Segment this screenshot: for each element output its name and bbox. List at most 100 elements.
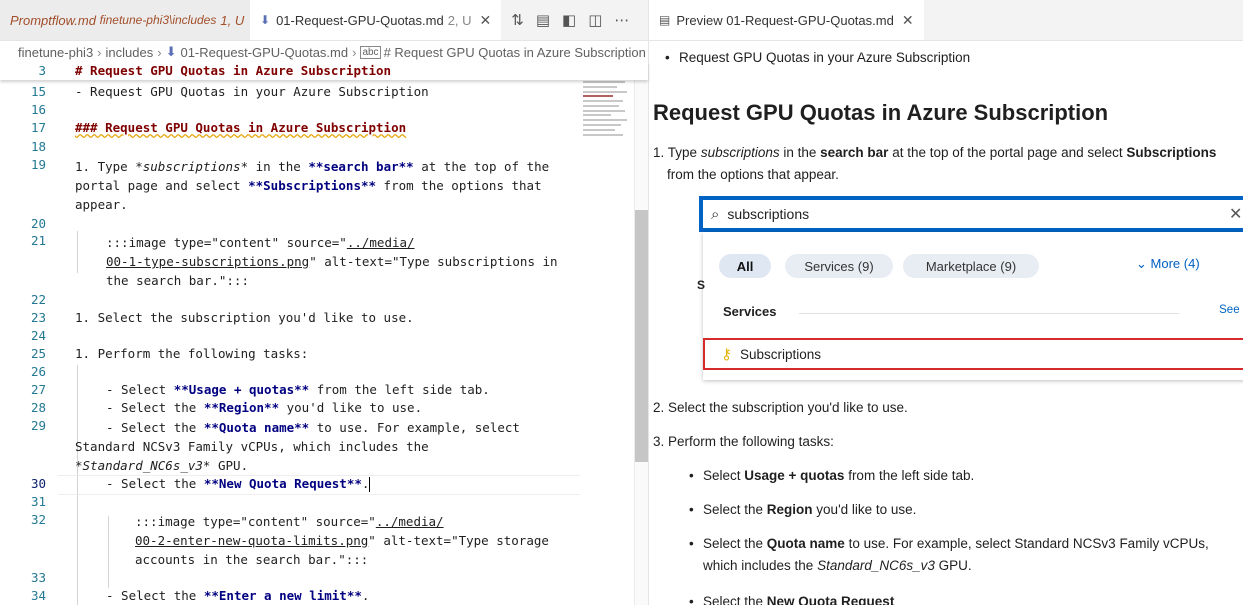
code-text: 1. Type xyxy=(75,159,136,174)
line-number: 27 xyxy=(30,382,46,397)
embedded-screenshot: ⌕ subscriptions ✕ S All Services (9) Mar… xyxy=(697,196,1243,380)
key-icon: ⚷ xyxy=(721,346,732,363)
chevron-down-icon: ⌄ xyxy=(1136,256,1147,271)
close-icon[interactable]: ✕ xyxy=(480,12,492,29)
markdown-file-icon: ⬇ xyxy=(165,44,177,59)
step-bold: search bar xyxy=(820,145,889,160)
code-line-30: - Select the **New Quota Request**. xyxy=(106,476,371,492)
code-bold: **Quota name** xyxy=(203,420,310,435)
split-editor-icon[interactable]: ◫ xyxy=(588,11,602,29)
tab-promptflow[interactable]: Promptflow.md finetune-phi3\includes 1, … xyxy=(0,0,250,40)
tab-preview-label: Preview 01-Request-GPU-Quotas.md xyxy=(676,12,894,28)
editor-tab-bar: Promptflow.md finetune-phi3\includes 1, … xyxy=(0,0,648,41)
preview-subtask-3: Select the Quota name to use. For exampl… xyxy=(689,536,1209,551)
step-text: which includes the xyxy=(703,558,818,573)
step-bold: Region xyxy=(766,502,813,517)
code-bold: **Usage + quotas** xyxy=(173,382,310,397)
line-number: 22 xyxy=(30,292,46,307)
step-bold: Usage + quotas xyxy=(744,468,845,483)
close-icon[interactable]: ✕ xyxy=(1229,204,1242,224)
portal-search-bar: ⌕ subscriptions ✕ xyxy=(699,196,1243,232)
tab-preview[interactable]: ▤ Preview 01-Request-GPU-Quotas.md ✕ xyxy=(649,0,924,40)
code-text: :::image type="content" source=" xyxy=(106,235,347,250)
code-line-3: # Request GPU Quotas in Azure Subscripti… xyxy=(75,63,392,78)
scrollbar-thumb[interactable] xyxy=(635,210,649,462)
step-text: at the top of the portal page and select xyxy=(888,145,1127,160)
code-link[interactable]: 00-2-enter-new-quota-limits.png xyxy=(135,533,368,548)
line-number: 21 xyxy=(30,233,46,248)
line-number: 23 xyxy=(30,310,46,325)
line-number: 30 xyxy=(30,476,46,491)
code-text: from the left side tab. xyxy=(309,382,490,397)
filter-all[interactable]: All xyxy=(719,254,771,278)
code-text: " alt-text="Type subscriptions in xyxy=(309,254,558,269)
code-text: in the xyxy=(248,159,309,174)
code-link[interactable]: 00-1-type-subscriptions.png xyxy=(106,254,309,269)
code-italic: *subscriptions* xyxy=(135,159,249,174)
breadcrumb-subfolder[interactable]: includes xyxy=(106,45,154,60)
line-number: 19 xyxy=(30,157,46,172)
tab-request-gpu-quotas-name: 01-Request-GPU-Quotas.md xyxy=(276,12,444,28)
preview-heading: Request GPU Quotas in Azure Subscription xyxy=(653,100,1109,125)
portal-search-field[interactable]: ⌕ subscriptions ✕ xyxy=(703,200,1243,228)
line-number: 20 xyxy=(30,216,46,231)
code-text: at the top of the xyxy=(413,159,550,174)
code-bold: **Subscriptions** xyxy=(248,178,377,193)
breadcrumb-symbol[interactable]: # Request GPU Quotas in Azure Subscripti… xyxy=(384,45,646,60)
code-italic: *Standard_NC6s_v3* xyxy=(75,458,211,473)
more-actions-icon[interactable]: ⋯ xyxy=(614,11,629,29)
preview-subtask-4: Select the New Quota Request xyxy=(689,594,894,605)
more-label: More (4) xyxy=(1150,256,1200,271)
open-preview-icon[interactable]: ▤ xyxy=(536,11,550,29)
breadcrumb-file[interactable]: 01-Request-GPU-Quotas.md xyxy=(180,45,348,60)
code-text: accounts in the search bar."::: xyxy=(135,552,369,567)
line-number: 34 xyxy=(30,588,46,603)
code-line-23: 1. Select the subscription you'd like to… xyxy=(75,310,414,325)
stray-letter: S xyxy=(697,278,706,292)
code-line-19: 1. Type *subscriptions* in the **search … xyxy=(75,157,549,214)
step-italic: Standard_NC6s_v3 xyxy=(817,558,935,573)
code-line-32: :::image type="content" source="../media… xyxy=(135,512,549,569)
line-number: 18 xyxy=(30,139,46,154)
portal-search-results: S All Services (9) Marketplace (9) ⌄ Mor… xyxy=(697,232,1243,380)
see-more-link[interactable]: See more xyxy=(1219,304,1243,316)
code-editor[interactable]: 3 # Request GPU Quotas in Azure Subscrip… xyxy=(0,62,648,605)
preview-bullet: Request GPU Quotas in your Azure Subscri… xyxy=(665,50,970,65)
line-number: 29 xyxy=(30,418,46,433)
breadcrumb-folder[interactable]: finetune-phi3 xyxy=(18,45,93,60)
tab-promptflow-name: Promptflow.md xyxy=(10,12,96,28)
code-text: - Select the xyxy=(106,476,204,491)
close-icon[interactable]: ✕ xyxy=(902,12,914,29)
result-subscriptions[interactable]: ⚷ Subscriptions xyxy=(703,338,1243,370)
code-link[interactable]: ../media/ xyxy=(376,514,444,529)
step-text: you'd like to use. xyxy=(812,502,917,517)
filter-services[interactable]: Services (9) xyxy=(785,254,893,278)
compare-changes-icon[interactable]: ⇅ xyxy=(511,11,524,29)
preview-step-2: 2. Select the subscription you'd like to… xyxy=(653,400,908,415)
preview-side-icon[interactable]: ◧ xyxy=(562,11,576,29)
line-number: 31 xyxy=(30,494,46,509)
step-number: 1. xyxy=(653,145,665,160)
tab-request-gpu-quotas[interactable]: ⬇ 01-Request-GPU-Quotas.md 2, U ✕ xyxy=(250,0,502,40)
code-line-34: - Select the **Enter a new limit**. xyxy=(106,588,369,603)
code-text: :::image type="content" source=" xyxy=(135,514,376,529)
code-text: - Select the xyxy=(106,420,204,435)
code-bold: **search bar** xyxy=(308,159,414,174)
more-filters-button[interactable]: ⌄ More (4) xyxy=(1136,256,1200,272)
step-number: 2. xyxy=(653,400,665,415)
divider xyxy=(799,313,1179,314)
text-cursor xyxy=(369,477,371,492)
code-text: the search bar."::: xyxy=(106,273,249,288)
portal-search-value: subscriptions xyxy=(727,206,810,222)
filter-marketplace[interactable]: Marketplace (9) xyxy=(903,254,1039,278)
step-text: Select the subscription you'd like to us… xyxy=(668,400,908,415)
code-line-29-wrap: Standard NCSv3 Family vCPUs, which inclu… xyxy=(75,437,429,475)
code-bold: **Enter a new limit** xyxy=(203,588,362,603)
preview-step-1-wrap: from the options that appear. xyxy=(667,167,839,182)
line-number: 3 xyxy=(38,63,46,78)
code-line-21: :::image type="content" source="../media… xyxy=(106,233,558,290)
editor-scrollbar[interactable] xyxy=(634,62,649,605)
chevron-right-icon: › xyxy=(157,44,162,60)
preview-subtask-1: Select Usage + quotas from the left side… xyxy=(689,468,974,483)
code-link[interactable]: ../media/ xyxy=(347,235,415,250)
